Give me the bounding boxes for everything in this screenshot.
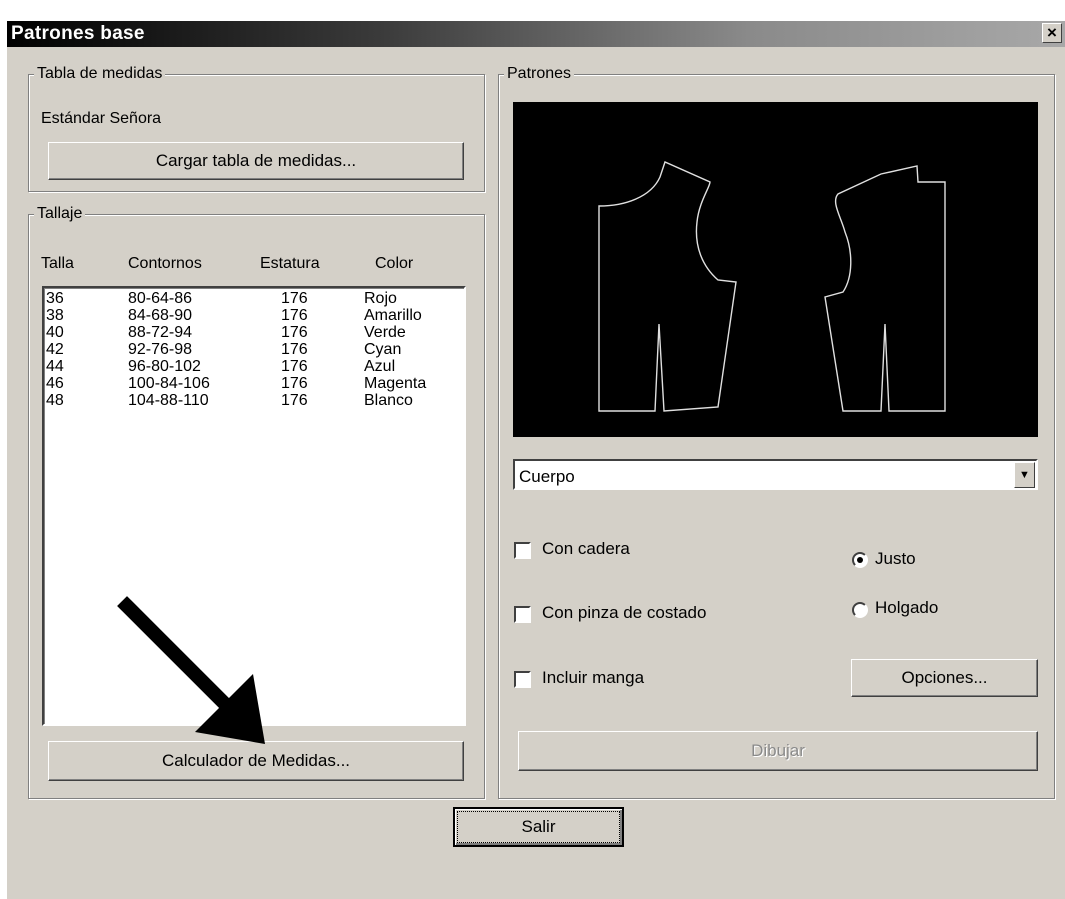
radio-justo[interactable] — [852, 552, 868, 568]
list-item[interactable]: 42 92-76-98 176 Cyan — [44, 341, 464, 358]
group-legend-tallaje: Tallaje — [34, 204, 86, 224]
list-item[interactable]: 38 84-68-90 176 Amarillo — [44, 307, 464, 324]
group-tabla-medidas: Tabla de medidas Estándar Señora Cargar … — [28, 64, 485, 192]
radio-holgado-label[interactable]: Holgado — [875, 598, 938, 618]
group-patrones: Patrones Cuerpo ▼ Con cadera Con pinza d… — [498, 64, 1055, 799]
dialog-window: Patrones base × Tabla de medidas Estánda… — [6, 20, 1065, 899]
options-button-label: Opciones... — [901, 668, 988, 687]
cell-contornos: 100-84-106 — [128, 375, 210, 392]
cell-talla: 36 — [46, 290, 64, 307]
cell-color: Blanco — [364, 392, 413, 409]
back-bodice-piece — [824, 165, 946, 412]
front-bodice-piece — [598, 161, 737, 412]
checkbox-con-cadera[interactable] — [514, 542, 531, 559]
load-measurement-table-button[interactable]: Cargar tabla de medidas... — [48, 142, 464, 180]
cell-contornos: 88-72-94 — [128, 324, 193, 341]
cell-contornos: 104-88-110 — [128, 392, 209, 409]
group-legend-tabla-medidas: Tabla de medidas — [34, 64, 166, 84]
cell-talla: 44 — [46, 358, 64, 375]
cell-talla: 48 — [46, 392, 64, 409]
cell-color: Amarillo — [364, 307, 422, 324]
dropdown-arrow-icon[interactable]: ▼ — [1014, 462, 1035, 488]
radio-selected-dot-icon — [857, 557, 863, 563]
exit-button[interactable]: Salir — [453, 807, 624, 847]
group-legend-patrones: Patrones — [504, 64, 575, 84]
checkbox-con-pinza-costado-label[interactable]: Con pinza de costado — [542, 603, 706, 623]
close-icon: × — [1047, 23, 1057, 42]
checkbox-incluir-manga-label[interactable]: Incluir manga — [542, 668, 644, 688]
cell-contornos: 84-68-90 — [128, 307, 193, 324]
options-button[interactable]: Opciones... — [851, 659, 1038, 697]
cell-talla: 42 — [46, 341, 64, 358]
cell-estatura: 176 — [281, 358, 308, 375]
pattern-type-select[interactable]: Cuerpo ▼ — [513, 459, 1038, 490]
checkbox-incluir-manga[interactable] — [514, 671, 531, 688]
pattern-type-value: Cuerpo — [519, 467, 575, 486]
column-header-estatura: Estatura — [260, 255, 320, 272]
exit-button-label: Salir — [521, 817, 556, 836]
draw-button-label: Dibujar — [751, 741, 805, 760]
draw-button[interactable]: Dibujar — [518, 731, 1038, 771]
title-bar[interactable]: Patrones base × — [7, 21, 1065, 47]
cell-estatura: 176 — [281, 375, 308, 392]
list-item[interactable]: 40 88-72-94 176 Verde — [44, 324, 464, 341]
cell-talla: 38 — [46, 307, 64, 324]
checkbox-con-pinza-costado[interactable] — [514, 606, 531, 623]
window-title: Patrones base — [11, 23, 145, 44]
cell-color: Rojo — [364, 290, 397, 307]
cell-color: Cyan — [364, 341, 402, 358]
cell-estatura: 176 — [281, 307, 308, 324]
cell-contornos: 80-64-86 — [128, 290, 193, 307]
annotation-arrow-icon — [117, 596, 265, 744]
pattern-preview-canvas — [513, 102, 1038, 437]
list-item[interactable]: 46 100-84-106 176 Magenta — [44, 375, 464, 392]
column-header-contornos: Contornos — [128, 255, 202, 272]
list-item[interactable]: 36 80-64-86 176 Rojo — [44, 290, 464, 307]
radio-justo-label[interactable]: Justo — [875, 549, 916, 569]
cell-color: Azul — [364, 358, 396, 375]
cell-contornos: 96-80-102 — [128, 358, 201, 375]
cell-estatura: 176 — [281, 290, 308, 307]
load-measurement-table-label: Cargar tabla de medidas... — [155, 151, 357, 170]
list-item[interactable]: 48 104-88-110 176 Blanco — [44, 392, 464, 409]
close-button[interactable]: × — [1042, 23, 1062, 43]
column-header-color: Color — [375, 255, 414, 272]
radio-holgado[interactable] — [852, 602, 868, 618]
bodice-pattern-drawing — [598, 161, 946, 412]
column-header-talla: Talla — [41, 255, 74, 272]
checkbox-con-cadera-label[interactable]: Con cadera — [542, 539, 630, 559]
cell-color: Verde — [364, 324, 406, 341]
cell-contornos: 92-76-98 — [128, 341, 193, 358]
cell-estatura: 176 — [281, 392, 308, 409]
current-measurement-table: Estándar Señora — [41, 110, 162, 127]
cell-estatura: 176 — [281, 341, 308, 358]
cell-color: Magenta — [364, 375, 427, 392]
cell-talla: 46 — [46, 375, 64, 392]
cell-talla: 40 — [46, 324, 64, 341]
list-item[interactable]: 44 96-80-102 176 Azul — [44, 358, 464, 375]
cell-estatura: 176 — [281, 324, 308, 341]
